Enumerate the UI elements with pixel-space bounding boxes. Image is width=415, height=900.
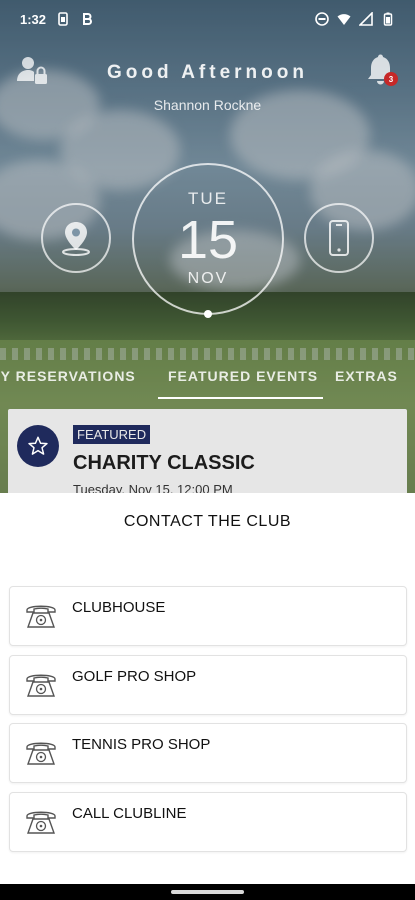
mobile-phone-icon (329, 220, 349, 256)
featured-star-badge (17, 425, 59, 467)
tab-extras[interactable]: EXTRAS (335, 368, 398, 384)
date-day: TUE (188, 189, 228, 208)
contact-item-golf-pro-shop[interactable]: GOLF PRO SHOP (9, 655, 407, 715)
contact-bottom-sheet: CONTACT THE CLUB CLUBHOUSE GOLF PRO SHOP… (0, 493, 415, 884)
system-nav-bar (0, 884, 415, 900)
user-name: Shannon Rockne (153, 97, 262, 113)
tab-my-reservations[interactable]: MY RESERVATIONS (0, 368, 136, 384)
date-widget: TUE 15 NOV (132, 163, 284, 318)
active-tab-indicator (158, 397, 323, 399)
contact-item-clubhouse[interactable]: CLUBHOUSE (9, 586, 407, 646)
contact-label: TENNIS PRO SHOP (72, 736, 211, 753)
contact-label: GOLF PRO SHOP (72, 668, 197, 685)
do-not-disturb-icon (315, 12, 329, 26)
event-tabs: MY RESERVATIONS FEATURED EVENTS EXTRAS (0, 358, 415, 398)
tab-featured-events[interactable]: FEATURED EVENTS (168, 368, 318, 384)
status-bar: 1:32 (0, 0, 415, 38)
map-pin-icon (62, 222, 90, 256)
sim-icon (58, 12, 68, 26)
status-time: 1:32 (20, 11, 47, 27)
featured-tag: FEATURED (73, 425, 151, 444)
wifi-icon (337, 14, 351, 25)
signal-icon (359, 12, 373, 26)
star-icon (28, 436, 48, 455)
greeting-text: Good Afternoon (107, 62, 308, 83)
b-app-icon (83, 13, 92, 25)
notification-badge: 3 (384, 72, 398, 86)
date-indicator-dot (204, 310, 212, 318)
battery-icon (383, 12, 393, 26)
sheet-title: CONTACT THE CLUB (123, 513, 292, 530)
telephone-icon (26, 674, 56, 697)
event-title: CHARITY CLASSIC (73, 452, 255, 474)
location-button[interactable] (41, 203, 111, 273)
contact-item-call-clubline[interactable]: CALL CLUBLINE (9, 792, 407, 852)
telephone-icon (26, 742, 56, 765)
contact-item-tennis-pro-shop[interactable]: TENNIS PRO SHOP (9, 723, 407, 783)
contact-label: CALL CLUBLINE (72, 805, 187, 822)
phone-button[interactable] (304, 203, 374, 273)
date-number: 15 (177, 210, 239, 270)
home-gesture-handle[interactable] (171, 890, 244, 894)
contact-label: CLUBHOUSE (72, 599, 166, 616)
telephone-icon (26, 811, 56, 834)
notifications-button[interactable]: 3 (362, 54, 398, 88)
date-month: NOV (187, 270, 229, 287)
telephone-icon (26, 605, 56, 628)
